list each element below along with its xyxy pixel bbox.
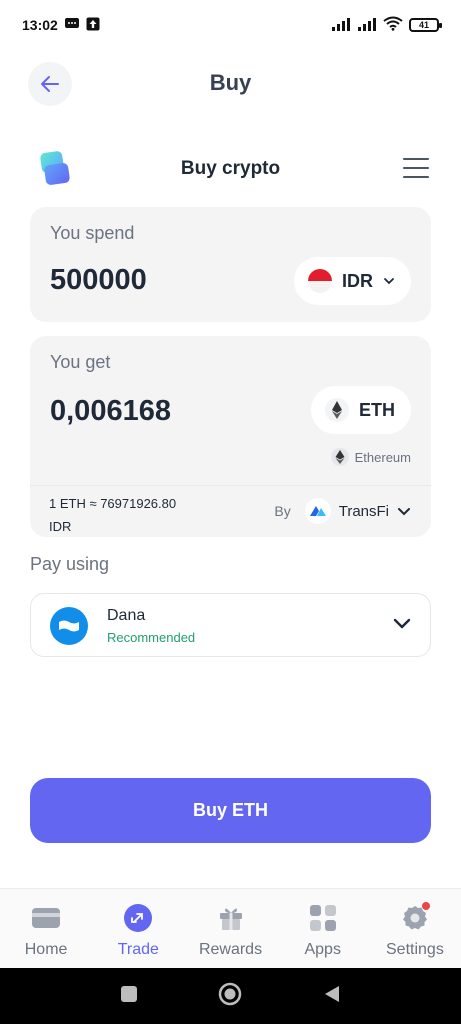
menu-line [403, 167, 429, 169]
signal-icon [357, 17, 377, 34]
nav-label-apps: Apps [304, 941, 341, 958]
status-time: 13:02 [22, 17, 58, 33]
page-header: Buy [0, 58, 461, 108]
menu-line [403, 176, 429, 178]
nav-label-rewards: Rewards [198, 941, 263, 958]
home-button[interactable] [218, 982, 242, 1011]
nav-item-rewards[interactable]: Rewards [184, 889, 276, 968]
dana-logo-icon [50, 607, 88, 645]
wifi-icon [383, 16, 403, 34]
widget-header: Buy crypto [0, 146, 461, 192]
nav-label-trade: Trade [117, 941, 159, 958]
chevron-down-icon [384, 278, 394, 285]
exchange-rate: 1 ETH ≈ 76971926.80 IDR [49, 492, 176, 538]
gear-icon [400, 902, 430, 933]
bottom-nav: Home Trade Rewards Apps Settings [0, 888, 461, 968]
provider-logo-icon [38, 148, 72, 193]
back-button[interactable] [28, 62, 72, 106]
network-label: Ethereum [354, 449, 411, 465]
status-bar: 13:02 41 [0, 0, 461, 50]
triangle-back-icon [324, 985, 339, 1002]
crypto-asset-label: ETH [359, 399, 395, 420]
receive-label: You get [50, 352, 111, 372]
ethereum-icon [325, 398, 349, 422]
status-left: 13:02 [22, 17, 100, 34]
spend-label: You spend [50, 223, 135, 243]
nav-label-home: Home [24, 941, 68, 958]
apps-icon [308, 903, 338, 933]
notification-dot [421, 902, 430, 910]
gift-icon [216, 903, 246, 933]
exchange-rate-value: 1 ETH ≈ 76971926.80 [49, 496, 177, 511]
pay-using-label: Pay using [30, 554, 110, 574]
status-right: 41 [331, 16, 442, 34]
fiat-currency-label: IDR [342, 270, 373, 291]
exchange-rate-currency: IDR [49, 519, 72, 534]
rate-strip: 1 ETH ≈ 76971926.80 IDR By TransFi [30, 485, 431, 537]
ethereum-icon [330, 448, 349, 466]
menu-button[interactable] [403, 158, 429, 178]
recents-button[interactable] [120, 985, 138, 1008]
widget-title: Buy crypto [180, 158, 281, 179]
crypto-asset-select[interactable]: ETH [311, 386, 411, 434]
circle-icon [219, 982, 242, 1005]
network-indicator: Ethereum [330, 448, 411, 466]
arrow-left-icon [41, 76, 59, 92]
chevron-down-icon [392, 616, 412, 635]
back-system-button[interactable] [323, 984, 341, 1009]
provider-by-label: By [274, 503, 291, 519]
payment-method-select[interactable]: Dana Recommended [30, 593, 431, 657]
buy-eth-button[interactable]: Buy ETH [30, 778, 431, 843]
square-icon [121, 985, 138, 1002]
transfi-logo-icon [304, 498, 331, 524]
spend-amount-input[interactable]: 500000 [50, 264, 147, 297]
nav-item-trade[interactable]: Trade [92, 889, 184, 968]
provider-name: TransFi [338, 502, 389, 520]
menu-line [403, 158, 429, 160]
trade-icon [123, 903, 153, 933]
fiat-currency-select[interactable]: IDR [294, 257, 411, 305]
recommended-badge: Recommended [107, 630, 196, 645]
receive-card: You get 0,006168 ETH Ethereum 1 ETH ≈ 76… [30, 336, 431, 537]
indonesia-flag-icon [308, 269, 332, 293]
card-icon [31, 903, 61, 933]
nav-item-apps[interactable]: Apps [277, 889, 369, 968]
page-title: Buy [209, 70, 252, 95]
upload-icon [86, 17, 100, 34]
system-nav-bar [0, 968, 461, 1024]
nav-item-home[interactable]: Home [0, 889, 92, 968]
nav-label-settings: Settings [386, 941, 444, 958]
payment-method-name: Dana [107, 607, 146, 624]
spend-card: You spend 500000 IDR [30, 207, 431, 322]
signal-icon [331, 17, 351, 34]
nav-item-settings[interactable]: Settings [369, 889, 461, 968]
message-icon [64, 17, 80, 34]
battery-indicator: 41 [409, 18, 442, 32]
receive-amount: 0,006168 [50, 395, 171, 427]
provider-select[interactable]: By TransFi [274, 498, 411, 524]
chevron-down-icon [398, 508, 410, 516]
